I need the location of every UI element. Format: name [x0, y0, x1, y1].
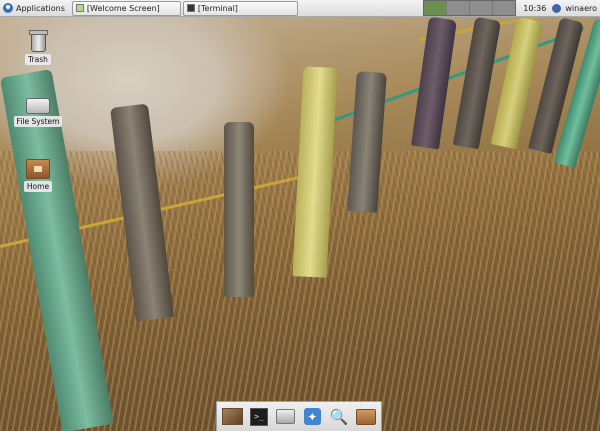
bottom-dock: >_ ✦ 🔍 [216, 401, 382, 431]
home-folder-icon [26, 159, 50, 179]
user-icon [552, 3, 562, 13]
show-desktop-button[interactable] [221, 406, 243, 428]
terminal-launcher[interactable]: >_ [248, 406, 270, 428]
welcome-window-icon [75, 4, 84, 12]
desktop-icon-label: Home [23, 181, 53, 192]
folder-icon [355, 408, 376, 425]
workspace-1[interactable] [424, 1, 447, 15]
desktop-icon-file-system[interactable]: File System [8, 98, 68, 127]
taskbar-button-terminal[interactable]: [Terminal] [182, 0, 298, 16]
task-label: [Welcome Screen] [86, 3, 160, 13]
show-desktop-icon [221, 408, 243, 425]
desktop-icon-home[interactable]: Home [8, 159, 68, 192]
desktop-icon-trash[interactable]: Trash [8, 30, 68, 65]
web-browser-launcher[interactable]: ✦ [301, 406, 323, 428]
workspace-3[interactable] [469, 1, 493, 15]
taskbar-button-welcome-screen[interactable]: [Welcome Screen] [71, 0, 181, 16]
task-label: [Terminal] [197, 3, 238, 13]
search-icon: 🔍 [329, 407, 349, 426]
file-manager-drive-launcher[interactable] [275, 406, 297, 428]
desktop-wallpaper [0, 0, 600, 431]
wallpaper-post [411, 16, 457, 150]
wallpaper-post [224, 122, 254, 297]
workspace-2[interactable] [446, 1, 470, 15]
drive-icon [26, 98, 50, 114]
desktop-icon-label: File System [13, 116, 63, 127]
xfce-logo-icon [3, 3, 13, 13]
search-launcher[interactable]: 🔍 [328, 406, 350, 428]
top-panel: Applications [Welcome Screen] [Terminal]… [0, 0, 600, 17]
drive-icon [276, 409, 296, 424]
user-menu-label[interactable]: winaero [565, 4, 597, 13]
web-browser-icon: ✦ [303, 408, 321, 425]
desktop-icon-label: Trash [25, 54, 51, 65]
trash-icon [28, 30, 48, 52]
workspace-switcher [423, 0, 517, 16]
file-manager-launcher[interactable] [355, 406, 377, 428]
terminal-window-icon [186, 4, 195, 12]
panel-clock[interactable]: 10:36 [523, 4, 546, 13]
applications-menu-label: Applications [16, 3, 65, 13]
workspace-4[interactable] [492, 1, 516, 15]
applications-menu-button[interactable]: Applications [0, 0, 68, 16]
terminal-icon: >_ [249, 407, 268, 426]
